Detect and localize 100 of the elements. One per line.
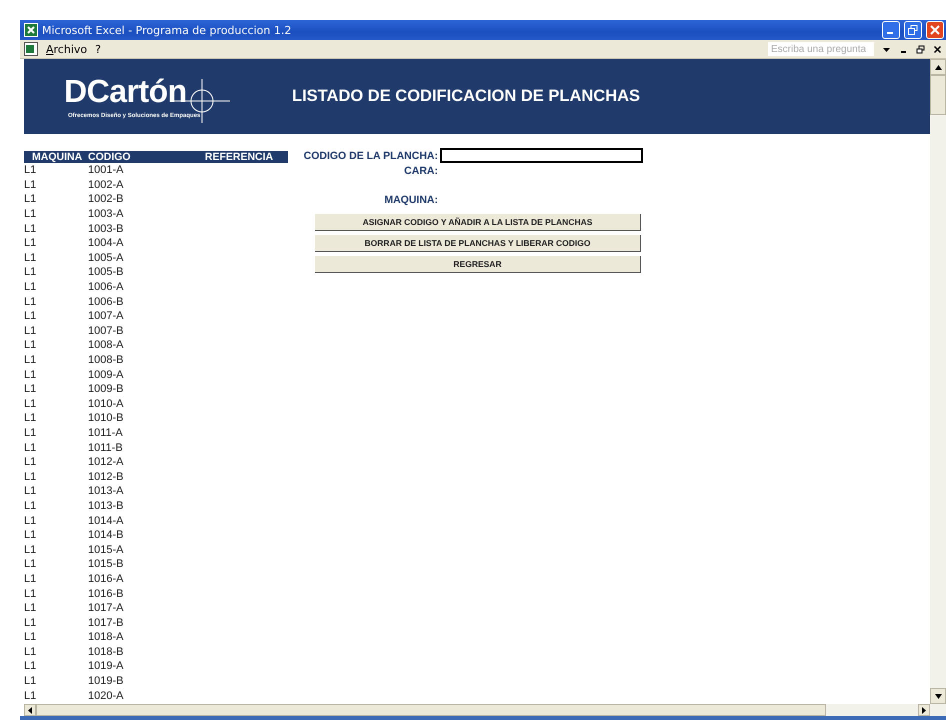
action-button[interactable]: REGRESAR	[315, 256, 641, 273]
field-label: CARA:	[403, 164, 438, 176]
table-cell-text: L1	[24, 456, 38, 468]
table-cell-text: L1	[24, 281, 38, 294]
table-cell-text: L1	[24, 514, 38, 527]
minimize-button[interactable]	[882, 21, 900, 39]
table-cell-text: L1	[24, 398, 38, 410]
table-cell-text: L1	[24, 266, 38, 278]
table-cell-text: 1013-B	[88, 500, 124, 512]
table-cell-text: 1015-A	[88, 544, 124, 556]
table-cell-text: L1	[24, 252, 38, 264]
table-cell-text: L1	[24, 690, 38, 702]
close-icon[interactable]	[933, 44, 942, 54]
close-button[interactable]	[926, 21, 944, 39]
table-cell-text: L1	[24, 222, 38, 235]
table-cell-text: L1	[24, 193, 38, 206]
table-cell-text: L1	[24, 646, 38, 658]
table-cell-text: 1001-A	[88, 164, 124, 176]
table-cell-text: L1	[24, 660, 38, 672]
table-cell-text: 1016-A	[88, 572, 124, 585]
table-cell-text: 1004-A	[88, 237, 124, 250]
table-cell-text: L1	[24, 602, 38, 614]
table-cell-text: L1	[24, 237, 38, 250]
table-cell-text: L1	[24, 470, 38, 483]
help-search-field[interactable]: Escriba una pregunta	[768, 42, 874, 56]
column-header: REFERENCIA	[204, 151, 274, 163]
table-cell-text: L1	[24, 529, 38, 542]
table-cell-text: 1018-B	[88, 646, 124, 658]
table-cell-text: 1010-A	[88, 398, 124, 410]
table-cell-text: 1005-A	[88, 252, 124, 264]
action-button[interactable]: ASIGNAR CODIGO Y AÑADIR A LA LISTA DE PLANCHAS	[315, 214, 641, 231]
table-cell-text: L1	[24, 675, 38, 688]
table-cell-text: 1019-A	[88, 660, 124, 672]
input-field[interactable]	[440, 148, 643, 163]
table-cell-text: 1006-B	[88, 296, 124, 308]
table-cell-text: 1014-B	[88, 529, 124, 542]
scroll-left-button[interactable]	[24, 704, 36, 716]
table-cell-text: 1002-A	[88, 178, 124, 191]
table-cell-text: L1	[24, 412, 38, 424]
page-title: LISTADO DE CODIFICACION DE PLANCHAS	[292, 87, 640, 106]
table-cell-text: L1	[24, 426, 38, 439]
table-cell-text: L1	[24, 442, 38, 454]
table-cell-text: 1015-B	[88, 558, 124, 570]
table-cell-text: L1	[24, 310, 38, 322]
table-cell-text: L1	[24, 383, 38, 396]
table-cell-text: L1	[24, 544, 38, 556]
table-cell-text: L1	[24, 631, 38, 644]
table-cell-text: 1003-B	[88, 222, 124, 235]
restore-icon[interactable]	[916, 44, 925, 54]
table-cell-text: 1019-B	[88, 675, 124, 688]
table-cell-text: 1006-A	[88, 281, 124, 294]
workbook-icon[interactable]	[24, 42, 38, 56]
action-button[interactable]: BORRAR DE LISTA DE PLANCHAS Y LIBERAR CODIGO	[315, 235, 641, 252]
field-label: CODIGO DE LA PLANCHA:	[302, 150, 438, 162]
menu-item[interactable]: ?	[95, 42, 101, 56]
table-cell-text: 1018-A	[88, 631, 124, 644]
table-cell-text: 1020-A	[88, 690, 124, 702]
app-icon	[24, 23, 38, 37]
scroll-right-button[interactable]	[918, 704, 930, 716]
table-cell-text: L1	[24, 368, 38, 381]
menu-item[interactable]: Archivo	[46, 42, 88, 56]
table-cell-text: 1003-A	[88, 208, 124, 220]
table-cell-text: 1012-B	[88, 470, 124, 483]
table-cell-text: L1	[24, 616, 38, 629]
table-cell-text: L1	[24, 178, 38, 191]
left-arrow-icon	[28, 706, 32, 714]
table-cell-text: 1008-B	[88, 354, 124, 366]
down-arrow-icon	[934, 694, 942, 698]
scroll-thumb[interactable]	[36, 704, 826, 716]
table-cell-text: 1011-B	[88, 442, 124, 454]
restore-button[interactable]	[904, 21, 922, 39]
up-arrow-icon	[934, 64, 942, 70]
table-cell-text: L1	[24, 500, 38, 512]
scroll-up-button[interactable]	[930, 59, 946, 75]
scroll-down-button[interactable]	[930, 688, 946, 704]
table-cell-text: 1005-B	[88, 266, 124, 278]
column-header: MAQUINA	[31, 151, 84, 163]
right-arrow-icon	[922, 706, 926, 714]
table-cell-text: L1	[24, 324, 38, 337]
table-cell-text: 1009-B	[88, 383, 124, 396]
field-label: MAQUINA:	[383, 194, 438, 206]
table-cell-text: 1014-A	[88, 514, 124, 527]
table-cell-text: L1	[24, 588, 38, 600]
table-cell-text: L1	[24, 296, 38, 308]
table-cell-text: 1013-A	[88, 485, 124, 498]
minimize-icon	[887, 32, 893, 34]
table-cell-text: L1	[24, 339, 38, 352]
table-cell-text: L1	[24, 572, 38, 585]
scroll-thumb[interactable]	[930, 75, 946, 115]
table-cell-text: 1016-B	[88, 588, 124, 600]
table-cell-text: L1	[24, 558, 38, 570]
table-cell-text: L1	[24, 485, 38, 498]
table-cell-text: L1	[24, 354, 38, 366]
table-cell-text: 1002-B	[88, 193, 124, 206]
column-header: CODIGO	[88, 151, 132, 163]
table-cell-text: 1009-A	[88, 368, 124, 381]
table-cell-text: L1	[24, 164, 38, 176]
logo: DCartón	[64, 74, 187, 106]
table-cell-text: 1017-B	[88, 616, 124, 629]
table-cell-text: 1017-A	[88, 602, 124, 614]
